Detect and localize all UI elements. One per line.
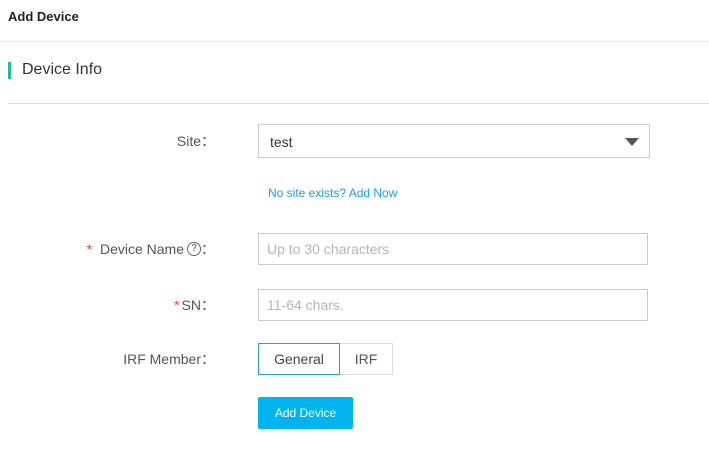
section-divider — [8, 103, 709, 104]
irf-member-label: IRF Member： — [123, 349, 215, 369]
device-name-input[interactable] — [258, 233, 648, 265]
site-label: Site： — [177, 131, 215, 151]
irf-member-label-colon: ： — [201, 351, 215, 367]
required-mark: * — [174, 297, 180, 313]
section-header: Device Info — [8, 59, 102, 81]
irf-member-toggle: General IRF — [258, 343, 393, 375]
site-label-text: Site — [176, 133, 201, 149]
site-label-colon: ： — [201, 133, 215, 149]
site-select-value: test — [270, 134, 293, 150]
irf-member-label-text: IRF Member — [123, 351, 201, 367]
question-circle-icon[interactable]: ? — [187, 242, 201, 256]
add-device-page: Add Device Device Info Site： test No sit… — [0, 0, 709, 451]
sn-label: * SN ： — [174, 295, 215, 315]
site-select[interactable]: test — [258, 124, 650, 158]
section-accent-bar — [8, 61, 11, 79]
device-name-label: * Device Name ? ： — [87, 239, 215, 259]
add-device-button[interactable]: Add Device — [258, 397, 353, 429]
section-title: Device Info — [22, 61, 103, 78]
sn-input[interactable] — [258, 289, 648, 321]
page-title: Add Device — [8, 9, 79, 24]
caret-down-icon — [625, 138, 639, 146]
page-header: Add Device — [0, 0, 709, 42]
sn-label-text: SN — [181, 297, 201, 313]
irf-option-irf[interactable]: IRF — [340, 343, 393, 375]
device-name-label-colon: ： — [201, 241, 215, 257]
device-name-label-text: Device Name — [99, 241, 184, 257]
irf-option-general[interactable]: General — [258, 343, 340, 375]
add-site-link[interactable]: No site exists? Add Now — [268, 186, 397, 200]
required-mark: * — [86, 241, 92, 257]
sn-label-colon: ： — [201, 297, 215, 313]
